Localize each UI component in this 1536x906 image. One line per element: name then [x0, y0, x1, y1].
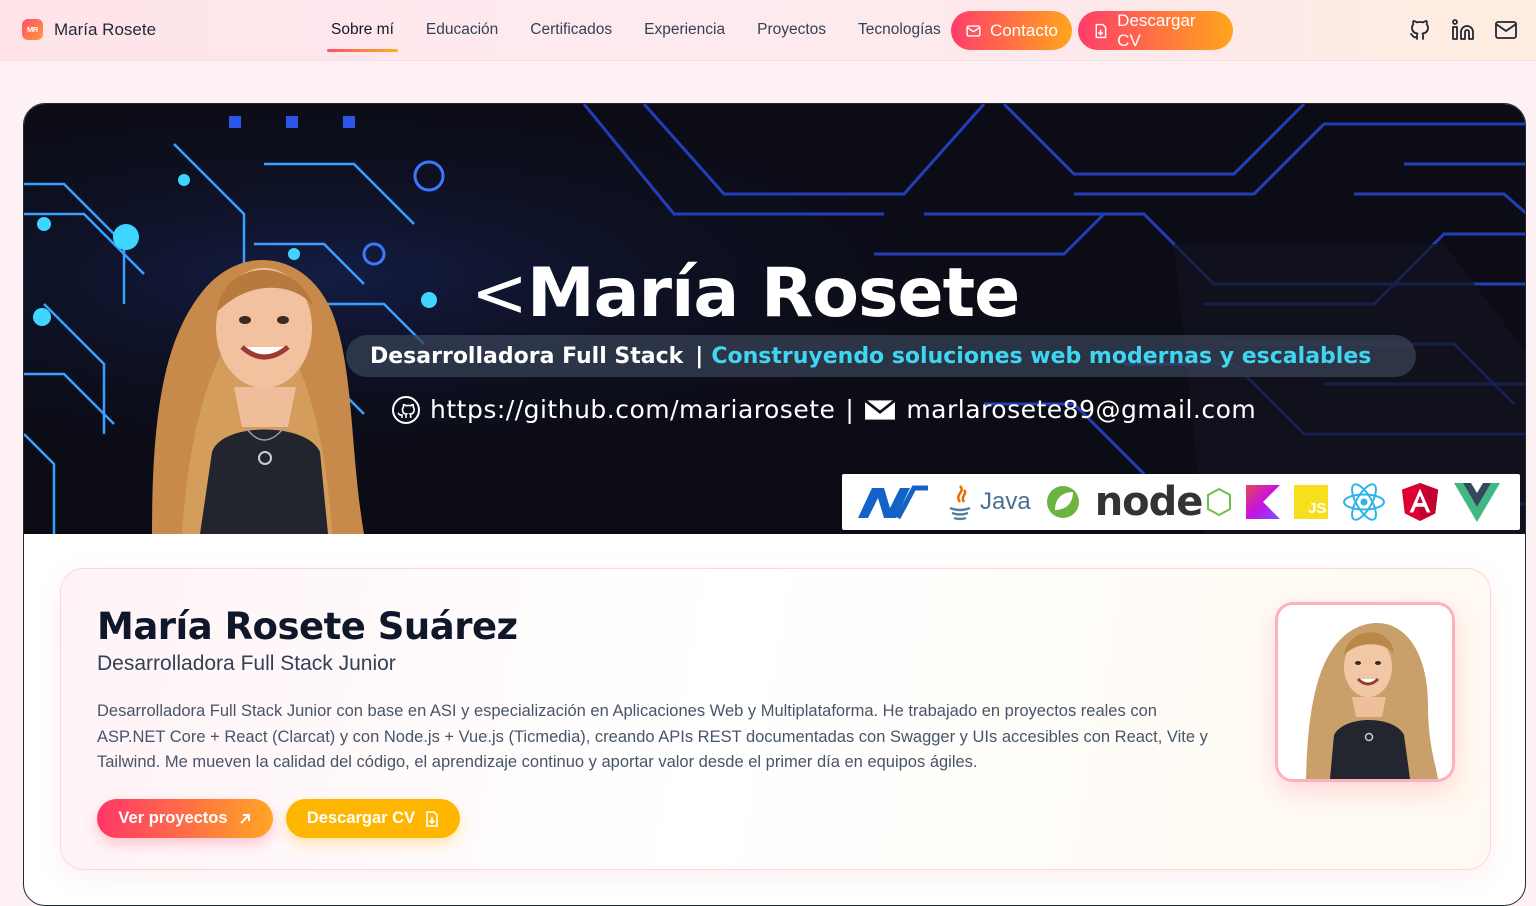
avatar-photo: [1278, 605, 1452, 779]
download-cv-button[interactable]: Descargar CV: [286, 799, 460, 838]
file-download-icon: [426, 810, 438, 827]
nav-link-certificados[interactable]: Certificados: [514, 0, 628, 60]
arrow-up-right-icon: [239, 813, 250, 824]
kotlin-logo: [1246, 485, 1281, 519]
mail-icon: [966, 24, 981, 37]
view-projects-label: Ver proyectos: [118, 809, 228, 827]
download-cv-nav-button[interactable]: Descargar CV: [1078, 11, 1233, 50]
nav-links: Sobre mí Educación Certificados Experien…: [315, 0, 957, 60]
banner-github-url: https://github.com/mariarosete: [430, 395, 836, 424]
nav-link-experiencia[interactable]: Experiencia: [628, 0, 741, 60]
github-circle-icon: [392, 395, 420, 424]
vue-logo: [1454, 483, 1501, 522]
spring-logo: [1046, 486, 1079, 518]
nav-link-sobre-mi[interactable]: Sobre mí: [315, 0, 410, 60]
dotnet-logo: [858, 485, 928, 520]
envelope-icon: [864, 398, 897, 420]
about-card: <María Rosete Desarrolladora Full Stack …: [23, 103, 1526, 906]
java-logo: Java: [946, 482, 1031, 522]
hero-banner: <María Rosete Desarrolladora Full Stack …: [24, 104, 1525, 534]
banner-email: marlarosete89@gmail.com: [906, 395, 1257, 424]
mail-icon[interactable]: [1494, 18, 1518, 42]
file-download-icon: [1095, 23, 1107, 38]
profile-bio: Desarrolladora Full Stack Junior con bas…: [97, 702, 1208, 771]
angular-logo: [1402, 482, 1439, 522]
chevron-left-icon: <: [471, 254, 528, 333]
nodejs-logo: node: [1095, 479, 1233, 525]
avatar: [1275, 602, 1455, 782]
social-icons: [1408, 18, 1518, 42]
brand-logo-icon: MR: [22, 19, 43, 40]
contact-button-label: Contacto: [989, 20, 1058, 40]
react-logo: [1343, 483, 1386, 521]
profile-section: María Rosete Suárez Desarrolladora Full …: [60, 568, 1491, 870]
banner-separator: |: [695, 343, 704, 369]
profile-name: María Rosete Suárez: [97, 605, 518, 648]
profile-role: Desarrolladora Full Stack Junior: [97, 652, 396, 675]
banner-tagline: Construyendo soluciones web modernas y e…: [711, 343, 1372, 369]
banner-contact: https://github.com/mariarosete | marlaro…: [392, 395, 1256, 424]
contact-button[interactable]: Contacto: [951, 11, 1072, 50]
nav-link-educacion[interactable]: Educación: [410, 0, 514, 60]
javascript-logo: JS: [1294, 485, 1329, 519]
nav-link-tecnologias[interactable]: Tecnologías: [842, 0, 957, 60]
banner-title: <María Rosete: [471, 254, 1020, 333]
brand-name: María Rosete: [54, 19, 157, 39]
linkedin-icon[interactable]: [1451, 18, 1475, 42]
banner-subtitle: Desarrolladora Full Stack | Construyendo…: [346, 335, 1416, 377]
portrait-photo: [152, 259, 364, 534]
download-cv-label: Descargar CV: [306, 809, 416, 827]
brand[interactable]: MR María Rosete: [22, 19, 156, 40]
tech-logos-strip: Java node JS: [842, 474, 1520, 530]
github-icon[interactable]: [1408, 18, 1432, 42]
top-navbar: MR María Rosete Sobre mí Educación Certi…: [0, 0, 1536, 60]
nav-link-proyectos[interactable]: Proyectos: [741, 0, 842, 60]
banner-contact-separator: |: [845, 395, 855, 424]
view-projects-button[interactable]: Ver proyectos: [97, 799, 273, 838]
download-cv-nav-label: Descargar CV: [1117, 10, 1196, 50]
banner-role: Desarrolladora Full Stack: [370, 343, 684, 369]
